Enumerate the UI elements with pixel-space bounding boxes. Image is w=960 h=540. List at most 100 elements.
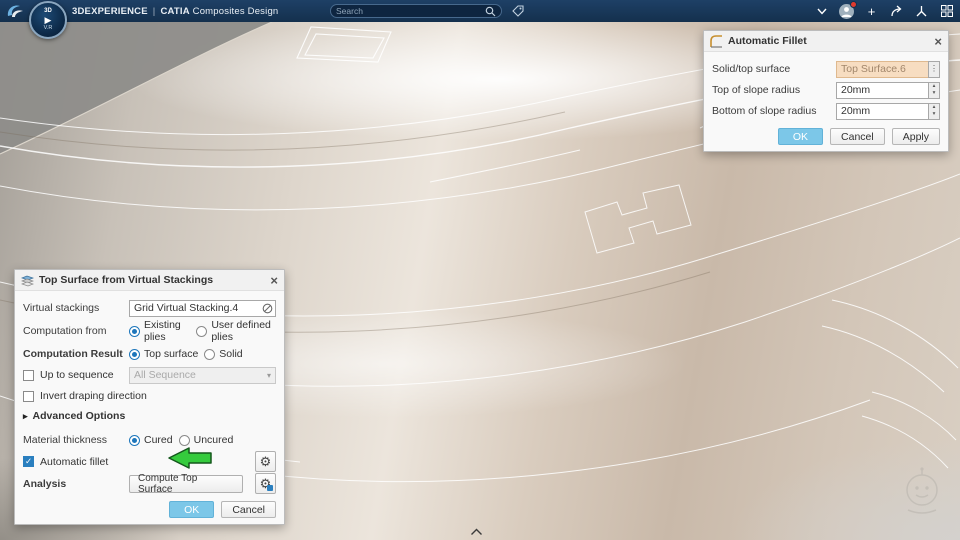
fillet-dialog-body: Solid/top surface ⋮ Top of slope radius … <box>704 52 948 151</box>
radio-user-defined-plies[interactable] <box>196 325 208 337</box>
radio-top-surface[interactable] <box>129 348 140 360</box>
tag-icon[interactable] <box>511 4 525 18</box>
top-surface-dialog: Top Surface from Virtual Stackings × Vir… <box>14 269 285 525</box>
top-surface-dialog-buttons: OK Cancel <box>23 501 276 518</box>
ok-button[interactable]: OK <box>777 128 824 145</box>
bottom-slope-radius-spinner[interactable]: ▴ ▾ <box>928 102 940 120</box>
close-icon[interactable]: × <box>270 274 278 287</box>
top-surface-label: Top surface <box>144 348 199 360</box>
field-selector-dots-icon[interactable]: ⋮ <box>928 60 940 78</box>
user-avatar[interactable] <box>838 0 857 20</box>
computation-from-label: Computation from <box>23 325 107 337</box>
solid-top-surface-fieldwrap: ⋮ <box>836 60 940 78</box>
add-button[interactable]: + <box>863 3 880 20</box>
green-annotation-arrow <box>168 447 212 469</box>
radio-uncured[interactable] <box>178 434 190 446</box>
compass-3d-label: 3D <box>44 8 52 14</box>
solid-top-surface-field[interactable] <box>836 60 928 78</box>
notification-badge <box>850 0 857 8</box>
solid-top-surface-row: Solid/top surface ⋮ <box>712 59 940 79</box>
existing-plies-label: Existing plies <box>144 319 181 343</box>
radio-solid[interactable] <box>204 348 216 360</box>
invert-draping-checkbox[interactable] <box>23 390 34 402</box>
user-defined-plies-option[interactable]: User defined plies <box>196 319 276 343</box>
cancel-button[interactable]: Cancel <box>221 501 276 518</box>
selection-filter-icon[interactable] <box>262 303 273 314</box>
fillet-dialog-titlebar[interactable]: Automatic Fillet × <box>704 31 948 52</box>
automatic-fillet-dialog: Automatic Fillet × Solid/top surface ⋮ T… <box>703 30 949 152</box>
bottom-slope-radius-field[interactable] <box>836 102 928 120</box>
close-icon[interactable]: × <box>934 35 942 48</box>
cancel-button[interactable]: Cancel <box>830 128 885 145</box>
automatic-fillet-row: ✓ Automatic fillet ⚙ <box>23 451 276 472</box>
bottom-slope-radius-label: Bottom of slope radius <box>712 105 817 117</box>
spinner-up-icon[interactable]: ▴ <box>929 104 939 112</box>
apps-grid-icon[interactable] <box>938 3 955 20</box>
up-to-sequence-label: Up to sequence <box>40 369 114 381</box>
compute-top-surface-button[interactable]: Compute Top Surface <box>129 473 243 495</box>
top-surface-option[interactable]: Top surface <box>129 348 198 360</box>
spinner-down-icon[interactable]: ▾ <box>929 111 939 119</box>
bottom-slope-radius-row: Bottom of slope radius ▴ ▾ <box>712 101 940 121</box>
robot-ghost-icon[interactable] <box>896 466 948 518</box>
spinner-up-icon[interactable]: ▴ <box>929 83 939 91</box>
spinner-down-icon[interactable]: ▾ <box>929 90 939 98</box>
apply-button[interactable]: Apply <box>891 128 940 145</box>
collab-compass-icon[interactable] <box>913 3 930 20</box>
ok-button[interactable]: OK <box>169 501 215 518</box>
virtual-stackings-field[interactable] <box>129 299 276 317</box>
cured-option[interactable]: Cured <box>129 434 173 446</box>
top-surface-dialog-body: Virtual stackings Computation from Exist… <box>15 291 284 524</box>
advanced-options-toggle[interactable]: ▸ Advanced Options <box>23 410 276 422</box>
top-slope-radius-spinner[interactable]: ▴ ▾ <box>928 81 940 99</box>
sequence-select[interactable]: All Sequence ▾ <box>129 366 276 384</box>
up-to-sequence-checkbox[interactable] <box>23 369 34 381</box>
chevron-down-icon[interactable] <box>813 3 830 20</box>
automatic-fillet-checkbox[interactable]: ✓ <box>23 456 34 467</box>
search-input[interactable] <box>336 6 485 16</box>
app-suffix: Composites Design <box>192 5 279 17</box>
search-icon[interactable] <box>485 6 496 17</box>
play-icon[interactable]: ▶ <box>45 15 52 25</box>
invert-draping-row: Invert draping direction <box>23 386 276 406</box>
share-icon[interactable] <box>888 3 905 20</box>
material-thickness-row: Material thickness Cured Uncured <box>23 430 276 450</box>
computation-result-label: Computation Result <box>23 348 123 360</box>
app-name: CATIA <box>160 5 190 17</box>
check-icon: ✓ <box>24 456 33 467</box>
uncured-option[interactable]: Uncured <box>178 434 233 446</box>
3ds-logo[interactable] <box>5 2 27 20</box>
search-bar[interactable] <box>330 4 502 18</box>
brand-name: 3DEXPERIENCE <box>72 5 148 17</box>
analysis-row: Analysis Compute Top Surface ⚙ <box>23 473 276 495</box>
bottom-panel-caret-icon[interactable] <box>470 528 483 536</box>
invert-draping-label: Invert draping direction <box>40 390 147 402</box>
sequence-select-value: All Sequence <box>134 369 196 381</box>
compute-analysis-icon-button[interactable]: ⚙ <box>255 473 276 494</box>
fillet-dialog-icon <box>710 34 722 48</box>
automatic-fillet-label: Automatic fillet <box>40 455 109 468</box>
existing-plies-option[interactable]: Existing plies <box>129 319 190 343</box>
analysis-label: Analysis <box>23 477 67 490</box>
solid-option[interactable]: Solid <box>204 348 243 360</box>
top-slope-radius-fieldwrap: ▴ ▾ <box>836 81 940 99</box>
top-surface-dialog-title: Top Surface from Virtual Stackings <box>39 274 214 286</box>
radio-existing-plies[interactable] <box>129 325 140 337</box>
fillet-dialog-title: Automatic Fillet <box>728 35 807 47</box>
top-slope-radius-label: Top of slope radius <box>712 84 801 96</box>
radio-cured[interactable] <box>129 434 140 446</box>
top-surface-dialog-titlebar[interactable]: Top Surface from Virtual Stackings × <box>15 270 284 291</box>
avatar-circle <box>839 0 857 19</box>
compass-widget[interactable]: 3D ▶ V.R <box>29 1 67 39</box>
dropdown-arrow-icon: ▾ <box>266 370 271 380</box>
fillet-settings-button[interactable]: ⚙ <box>255 451 276 472</box>
top-slope-radius-field[interactable] <box>836 81 928 99</box>
up-to-sequence-row: Up to sequence All Sequence ▾ <box>23 365 276 385</box>
fillet-dialog-buttons: OK Cancel Apply <box>712 128 940 145</box>
compute-accent-icon <box>267 485 273 491</box>
collapsed-arrow-icon: ▸ <box>23 410 28 421</box>
top-bar: 3DEXPERIENCE | CATIA Composites Design S… <box>0 0 960 22</box>
application-window: 3DEXPERIENCE | CATIA Composites Design S… <box>0 0 960 540</box>
virtual-stackings-row: Virtual stackings <box>23 298 276 318</box>
app-title: 3DEXPERIENCE | CATIA Composites Design <box>72 0 278 22</box>
